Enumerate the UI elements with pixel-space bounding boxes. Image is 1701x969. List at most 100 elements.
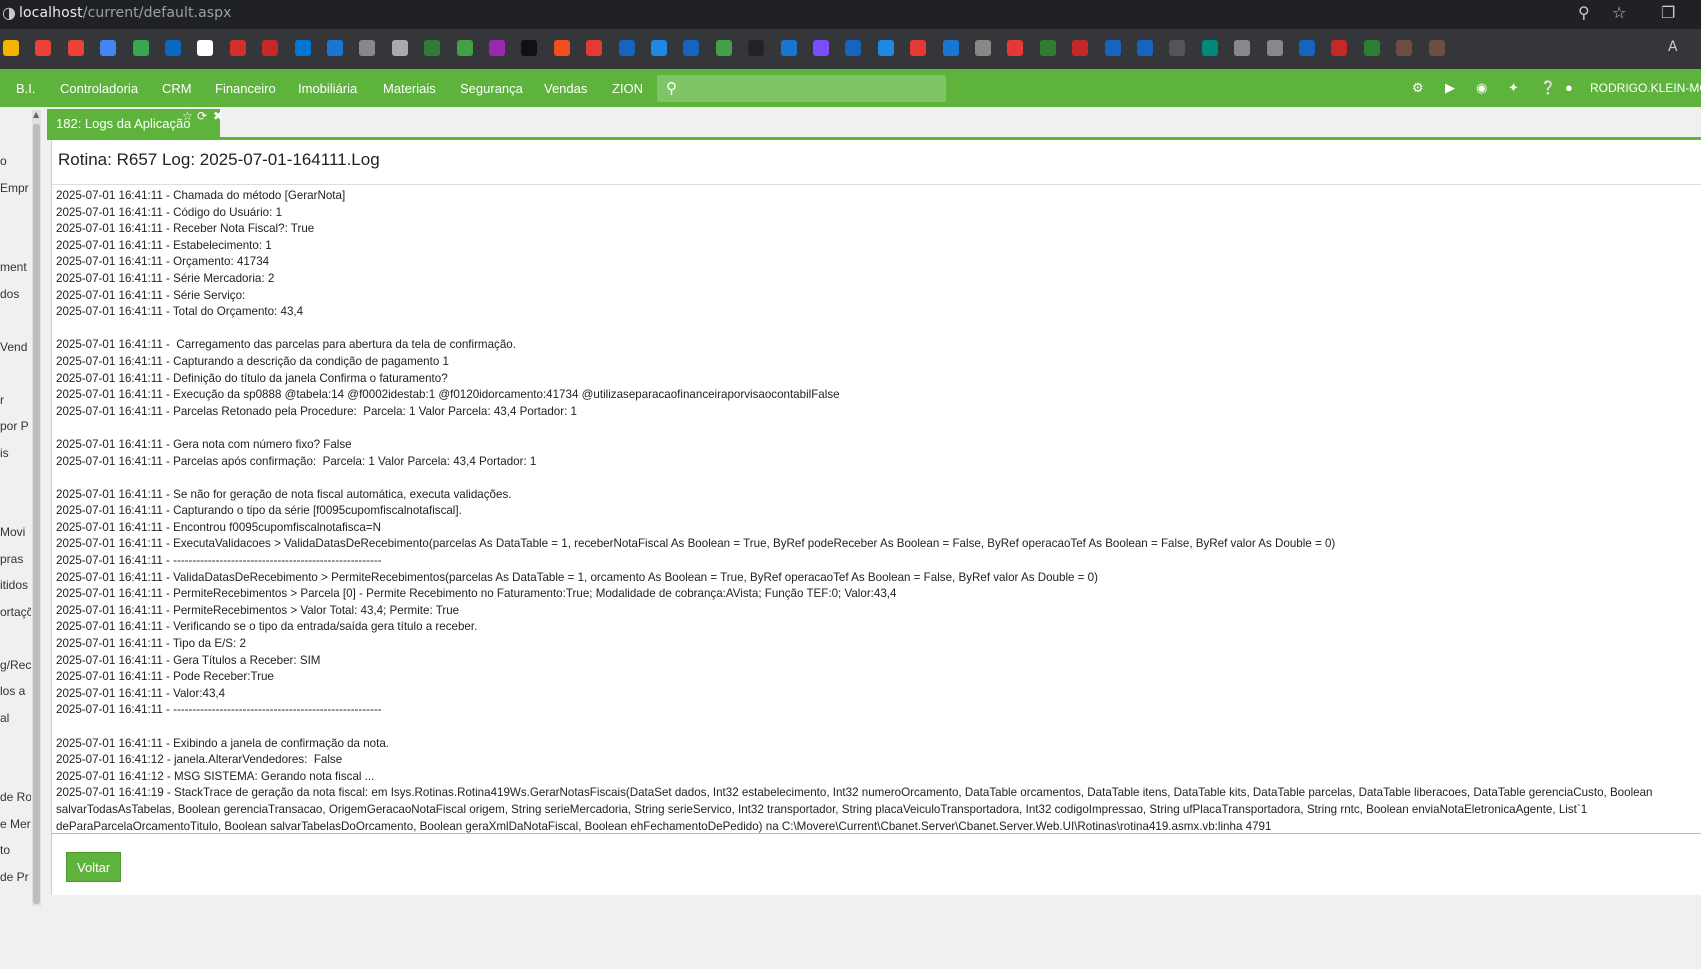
- left-menu-item[interactable]: Empr: [0, 181, 29, 195]
- bookmark-icon[interactable]: [845, 40, 862, 56]
- bookmark-icon[interactable]: [327, 40, 343, 56]
- bookmarks-folder-icon[interactable]: A: [1668, 39, 1678, 55]
- play-icon[interactable]: ▶: [1445, 80, 1455, 96]
- left-menu-item[interactable]: itidos: [0, 578, 28, 592]
- bookmark-icon[interactable]: [1299, 40, 1315, 56]
- left-menu-item[interactable]: los a: [0, 684, 25, 698]
- left-scrollbar[interactable]: ▲: [32, 110, 41, 906]
- left-menu-item[interactable]: to: [0, 843, 10, 857]
- bookmark-icon[interactable]: [35, 40, 52, 56]
- bookmark-icon[interactable]: [715, 40, 732, 56]
- left-menu-item[interactable]: por P: [0, 419, 29, 433]
- nav-item-imobiliaria[interactable]: Imobiliária: [298, 81, 357, 96]
- gear-icon[interactable]: ⚙: [1412, 80, 1424, 96]
- bookmark-icon[interactable]: [748, 40, 765, 56]
- nav-item-crm[interactable]: CRM: [162, 81, 192, 96]
- favorite-star-icon[interactable]: ☆: [182, 109, 193, 123]
- log-line: 2025-07-01 16:41:11 - Gera Títulos a Rec…: [56, 653, 321, 667]
- bookmark-icon[interactable]: [651, 40, 667, 56]
- left-menu-item[interactable]: dos: [0, 287, 19, 301]
- bookmark-icon[interactable]: [1201, 40, 1218, 56]
- bookmark-icon[interactable]: [359, 40, 376, 56]
- nav-item-financeiro[interactable]: Financeiro: [215, 81, 276, 96]
- bookmark-icon[interactable]: [877, 40, 894, 56]
- nav-item-zion[interactable]: ZION: [612, 81, 643, 96]
- log-line: 2025-07-01 16:41:11 - Encontrou f0095cup…: [56, 520, 381, 534]
- bookmark-icon[interactable]: [1396, 40, 1413, 56]
- left-menu-item[interactable]: de Ro: [0, 790, 31, 804]
- bookmark-star-icon[interactable]: ☆: [1612, 3, 1626, 22]
- bookmark-icon[interactable]: [813, 40, 829, 56]
- refresh-icon[interactable]: ⟳: [197, 109, 207, 123]
- bookmark-icon[interactable]: [1331, 40, 1348, 56]
- left-menu-item[interactable]: al: [0, 711, 9, 725]
- left-menu-item[interactable]: ortaçõ: [0, 605, 31, 619]
- bookmark-icon[interactable]: [165, 40, 181, 56]
- wand-icon[interactable]: ✦: [1508, 80, 1519, 96]
- left-menu-item[interactable]: r: [0, 393, 4, 407]
- bookmark-icon[interactable]: [229, 40, 246, 56]
- bookmark-icon[interactable]: [910, 40, 927, 56]
- bookmark-icon[interactable]: [780, 40, 797, 56]
- nav-item-controladoria[interactable]: Controladoria: [60, 81, 138, 96]
- address-input[interactable]: localhost/current/default.aspx: [19, 5, 232, 21]
- nav-item-bi[interactable]: B.I.: [16, 81, 36, 96]
- left-menu-item[interactable]: pras: [0, 552, 23, 566]
- bookmark-icon[interactable]: [67, 40, 84, 56]
- left-menu-item[interactable]: g/Rec: [0, 658, 31, 672]
- bookmark-icon[interactable]: [100, 40, 117, 56]
- left-menu-item[interactable]: Movi: [0, 525, 25, 539]
- nav-item-seguranca[interactable]: Segurança: [460, 81, 523, 96]
- bookmark-icon[interactable]: [3, 40, 19, 56]
- bookmark-icon[interactable]: [294, 40, 311, 56]
- drop-icon[interactable]: ●: [1565, 80, 1573, 95]
- bookmark-icon[interactable]: [942, 40, 959, 56]
- tab-logs[interactable]: 182: Logs da Aplicação: [47, 109, 221, 137]
- left-menu-item[interactable]: ment: [0, 260, 27, 274]
- bookmark-icon[interactable]: [586, 40, 603, 56]
- bookmark-icon[interactable]: [1104, 40, 1121, 56]
- zoom-icon[interactable]: ⚲: [1578, 3, 1590, 22]
- left-menu-item[interactable]: de Pr: [0, 870, 29, 884]
- left-menu-item[interactable]: is: [0, 446, 9, 460]
- nav-item-materiais[interactable]: Materiais: [383, 81, 436, 96]
- bookmark-icon[interactable]: [553, 40, 570, 56]
- back-button[interactable]: Voltar: [66, 852, 122, 882]
- log-line: 2025-07-01 16:41:11 - Pode Receber:True: [56, 670, 274, 684]
- bookmark-icon[interactable]: [1169, 40, 1186, 56]
- site-info-icon[interactable]: ◑: [2, 3, 16, 22]
- bookmark-icon[interactable]: [1363, 40, 1380, 56]
- bookmark-icon[interactable]: [197, 40, 214, 56]
- dashboard-icon[interactable]: ◉: [1476, 80, 1487, 96]
- bookmark-icon[interactable]: [1266, 40, 1283, 56]
- bookmark-icon[interactable]: [683, 40, 700, 56]
- bookmark-icon[interactable]: [1137, 40, 1153, 56]
- bookmark-icon[interactable]: [1234, 40, 1251, 56]
- scroll-up-icon[interactable]: ▲: [33, 110, 39, 119]
- bookmark-icon[interactable]: [262, 40, 279, 56]
- bookmark-icon[interactable]: [975, 40, 991, 56]
- bookmark-icon[interactable]: [456, 40, 473, 56]
- bookmark-icon[interactable]: [521, 40, 538, 56]
- left-menu-item[interactable]: Vend: [0, 340, 27, 354]
- search-input[interactable]: [689, 78, 939, 99]
- bookmark-icon[interactable]: [1072, 40, 1089, 56]
- scroll-thumb[interactable]: [33, 124, 40, 904]
- close-icon[interactable]: ✖: [213, 109, 223, 123]
- log-viewer[interactable]: 2025-07-01 16:41:11 - Chamada do método …: [56, 188, 1701, 969]
- nav-item-vendas[interactable]: Vendas: [544, 81, 587, 96]
- bookmark-icon[interactable]: [489, 40, 505, 56]
- left-menu-item[interactable]: e Mer: [0, 817, 31, 831]
- bookmark-icon[interactable]: [132, 40, 149, 56]
- bookmark-icon[interactable]: [1428, 40, 1445, 56]
- bookmark-icon[interactable]: [1007, 40, 1024, 56]
- extensions-icon[interactable]: ❐: [1661, 3, 1675, 22]
- help-icon[interactable]: ❔: [1540, 80, 1556, 96]
- left-menu-item[interactable]: o: [0, 154, 7, 168]
- bookmark-icon[interactable]: [424, 40, 441, 56]
- bookmark-icon[interactable]: [391, 40, 408, 56]
- log-line: 2025-07-01 16:41:11 - Exibindo a janela …: [56, 736, 390, 750]
- user-name[interactable]: RODRIGO.KLEIN-MO: [1590, 81, 1701, 95]
- bookmark-icon[interactable]: [618, 40, 635, 56]
- bookmark-icon[interactable]: [1039, 40, 1056, 56]
